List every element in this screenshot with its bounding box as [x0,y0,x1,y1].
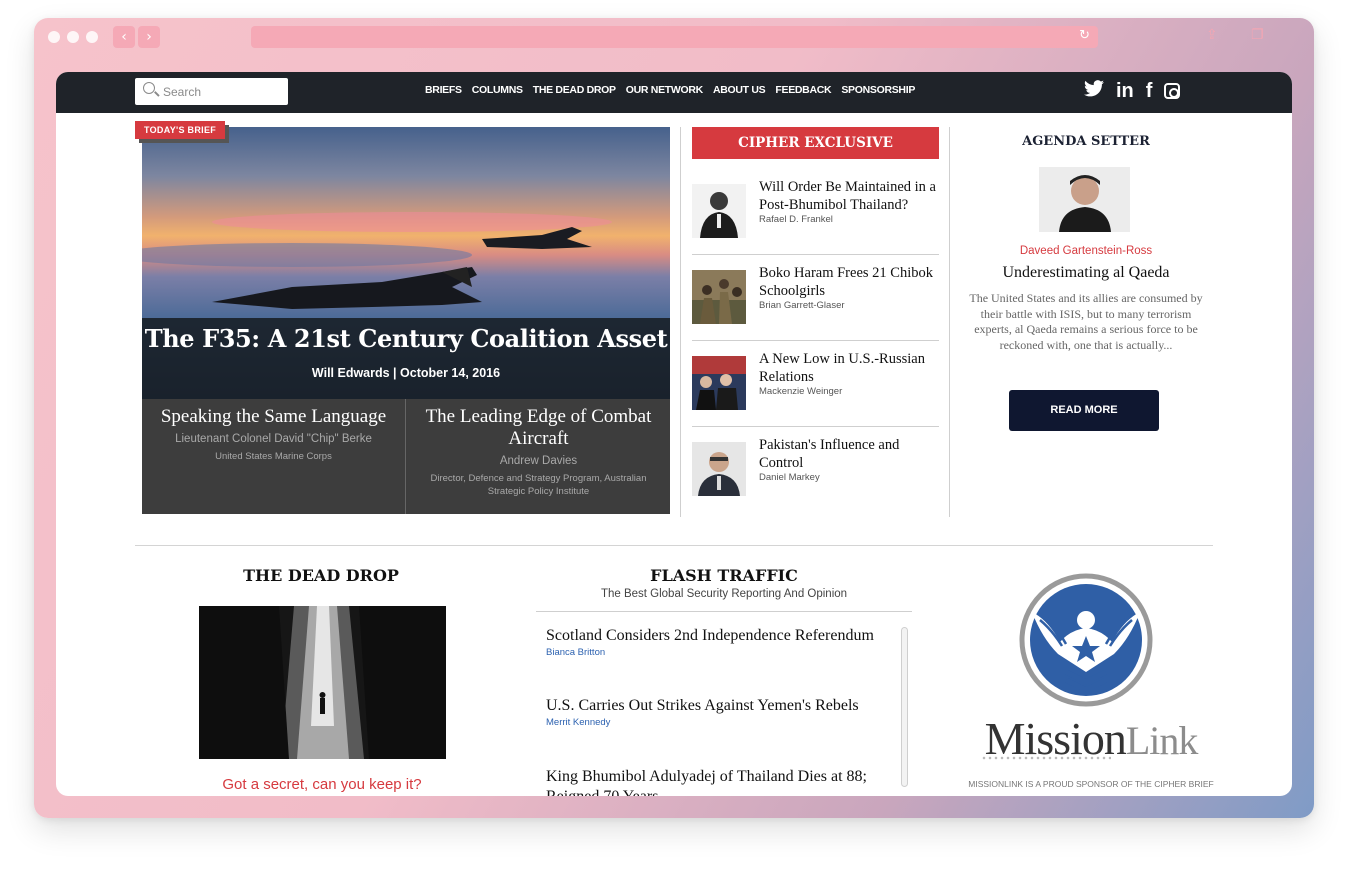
agenda-setter-heading: AGENDA SETTER [1022,134,1150,149]
flash-scrollbar[interactable] [901,627,908,787]
wordmark-link: Link [1125,718,1199,763]
dead-drop-image[interactable] [199,606,446,759]
agenda-excerpt: The United States and its allies are con… [969,291,1203,352]
agenda-headline[interactable]: Underestimating al Qaeda [961,264,1211,282]
exclusive-title-text[interactable]: Pakistan's Influence and Control [759,437,899,471]
search-box[interactable] [135,78,288,105]
flash-item[interactable]: U.S. Carries Out Strikes Against Yemen's… [546,696,891,728]
tabs-icon[interactable]: ❐ [1251,27,1264,43]
menu-feedback[interactable]: FEEDBACK [775,84,831,96]
exclusive-item[interactable]: Pakistan's Influence and Control Daniel M… [692,436,939,514]
exclusive-title[interactable]: Pakistan's Influence and Control Daniel M… [759,436,941,484]
article-photo [692,356,746,410]
exclusive-title-text[interactable]: Will Order Be Maintained in a Post-Bhumi… [759,179,936,213]
related-author: Andrew Davies [499,455,578,467]
facebook-icon[interactable]: f [1146,79,1153,103]
share-icon[interactable]: ⇪ [1206,27,1218,43]
menu-our-network[interactable]: OUR NETWORK [626,84,704,96]
exclusive-title[interactable]: A New Low in U.S.-Russian Relations Macke… [759,350,941,398]
exclusive-title-text[interactable]: A New Low in U.S.-Russian Relations [759,351,925,385]
flash-author[interactable]: Merrit Kennedy [546,717,891,728]
title-bar: ‹ › ↻ ⇪ ❐ [34,18,1314,56]
dead-drop-heading: THE DEAD DROP [243,566,399,585]
exclusive-title-text[interactable]: Boko Haram Frees 21 Chibok Schoolgirls [759,265,933,299]
related-role: Director, Defence and Strategy Program, … [430,473,647,497]
web-page: BRIEFS COLUMNS THE DEAD DROP OUR NETWORK… [56,72,1292,796]
close-window-button[interactable] [48,31,60,43]
search-input[interactable] [163,83,281,100]
top-nav: BRIEFS COLUMNS THE DEAD DROP OUR NETWORK… [56,72,1292,113]
hero-caption: The F35: A 21st Century Coalition Asset … [142,318,670,399]
missionlink-emblem-icon[interactable] [1018,572,1154,708]
reload-icon[interactable]: ↻ [1079,28,1090,43]
author-photo [692,442,746,496]
cipher-exclusive-heading: CIPHER EXCLUSIVE [692,127,939,159]
flash-author[interactable]: Bianca Britton [546,647,891,658]
maximize-window-button[interactable] [86,31,98,43]
divider [692,426,939,427]
browser-window: ‹ › ↻ ⇪ ❐ BRIEFS COLUMNS THE DEAD DROP O… [34,18,1314,818]
search-icon [143,82,155,94]
column-divider [949,127,950,517]
related-author: Lieutenant Colonel David "Chip" Berke [175,433,372,445]
linkedin-icon[interactable]: in [1116,79,1134,103]
twitter-icon[interactable] [1084,79,1104,103]
menu-briefs[interactable]: BRIEFS [425,84,462,96]
flash-item[interactable]: King Bhumibol Adulyadej of Thailand Dies… [546,767,891,796]
social-links: in f [1084,79,1181,103]
exclusive-author: Brian Garrett-Glaser [759,300,845,311]
divider [536,611,912,612]
related-article[interactable]: The Leading Edge of Combat Aircraft Andr… [407,399,670,514]
related-title[interactable]: The Leading Edge of Combat Aircraft [407,406,670,450]
minimize-window-button[interactable] [67,31,79,43]
back-icon[interactable]: ‹ [113,26,135,48]
flash-traffic-subheading: The Best Global Security Reporting And O… [600,588,848,600]
exclusive-author: Rafael D. Frankel [759,214,833,225]
exclusive-title[interactable]: Will Order Be Maintained in a Post-Bhumi… [759,178,941,226]
menu-about-us[interactable]: ABOUT US [713,84,766,96]
flash-title[interactable]: King Bhumibol Adulyadej of Thailand Dies… [546,767,891,796]
related-role: United States Marine Corps [215,451,332,462]
article-photo [692,270,746,324]
exclusive-item[interactable]: Boko Haram Frees 21 Chibok Schoolgirls Br… [692,264,939,342]
forward-icon[interactable]: › [138,26,160,48]
divider [692,254,939,255]
exclusive-author: Mackenzie Weinger [759,386,843,397]
decorative-dots [981,756,1111,760]
section-divider [135,545,1213,546]
author-photo [692,184,746,238]
exclusive-title[interactable]: Boko Haram Frees 21 Chibok Schoolgirls Br… [759,264,941,312]
exclusive-item[interactable]: A New Low in U.S.-Russian Relations Macke… [692,350,939,428]
author-photo [1039,167,1130,232]
divider [692,340,939,341]
main-menu: BRIEFS COLUMNS THE DEAD DROP OUR NETWORK… [425,84,915,96]
exclusive-author: Daniel Markey [759,472,820,483]
column-divider [680,127,681,517]
flash-title[interactable]: Scotland Considers 2nd Independence Refe… [546,626,891,646]
menu-columns[interactable]: COLUMNS [472,84,523,96]
featured-brief[interactable]: The F35: A 21st Century Coalition Asset … [142,127,670,514]
flash-traffic-heading: FLASH TRAFFIC [650,566,798,585]
hero-title[interactable]: The F35: A 21st Century Coalition Asset [142,324,670,353]
flash-title[interactable]: U.S. Carries Out Strikes Against Yemen's… [546,696,891,716]
related-title[interactable]: Speaking the Same Language [142,406,405,428]
exclusive-item[interactable]: Will Order Be Maintained in a Post-Bhumi… [692,178,939,256]
related-article[interactable]: Speaking the Same Language Lieutenant Co… [142,399,406,514]
instagram-icon[interactable] [1164,83,1181,99]
flash-item[interactable]: Scotland Considers 2nd Independence Refe… [546,626,891,658]
sponsor-note: MISSIONLINK IS A PROUD SPONSOR OF THE CI… [968,779,1214,789]
address-bar[interactable]: ↻ [251,26,1098,48]
hero-image: The F35: A 21st Century Coalition Asset … [142,127,670,399]
read-more-button[interactable]: READ MORE [1009,390,1159,431]
todays-brief-badge: TODAY'S BRIEF [135,121,226,139]
hero-byline: Will Edwards | October 14, 2016 [311,366,501,380]
dead-drop-caption[interactable]: Got a secret, can you keep it? [176,776,468,793]
menu-dead-drop[interactable]: THE DEAD DROP [533,84,616,96]
agenda-author[interactable]: Daveed Gartenstein-Ross [961,245,1211,257]
menu-sponsorship[interactable]: SPONSORSHIP [841,84,915,96]
